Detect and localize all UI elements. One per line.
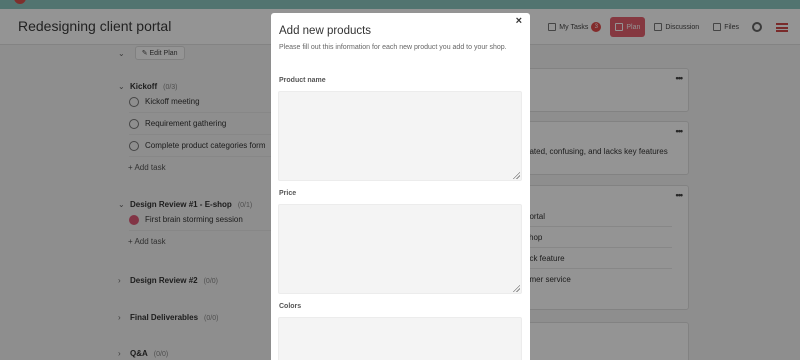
colors-field[interactable] bbox=[278, 317, 522, 360]
modal-title: Add new products bbox=[279, 25, 372, 37]
add-products-modal: × Add new products Please fill out this … bbox=[271, 13, 530, 360]
price-field[interactable] bbox=[278, 204, 522, 294]
resize-handle-icon[interactable] bbox=[512, 171, 520, 179]
colors-label: Colors bbox=[279, 303, 302, 310]
resize-handle-icon[interactable] bbox=[512, 284, 520, 292]
product-name-field[interactable] bbox=[278, 91, 522, 181]
modal-description: Please fill out this information for eac… bbox=[279, 44, 507, 51]
product-name-label: Product name bbox=[279, 77, 326, 84]
price-label: Price bbox=[279, 190, 297, 197]
close-icon[interactable]: × bbox=[516, 15, 522, 27]
